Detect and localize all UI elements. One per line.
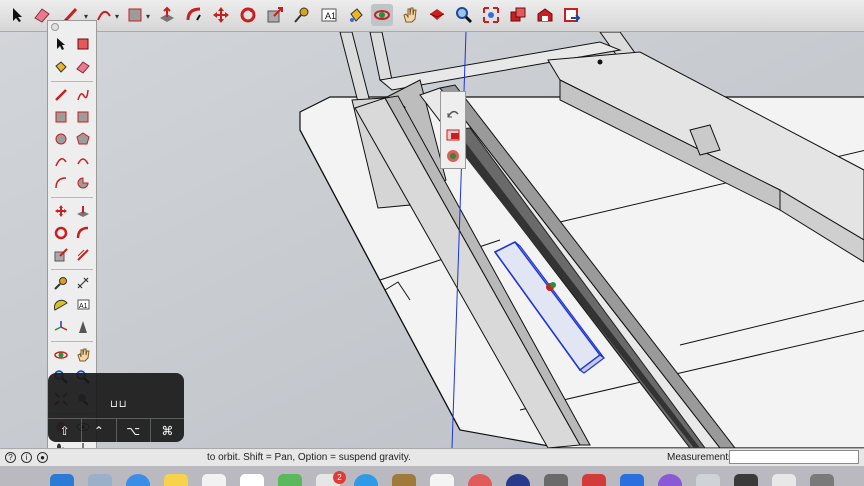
3d-text-icon[interactable] — [73, 317, 93, 337]
chevron-down-icon[interactable]: ▾ — [115, 12, 119, 21]
axes-icon[interactable] — [51, 317, 71, 337]
tape-measure-icon[interactable] — [51, 273, 71, 293]
contacts-icon[interactable] — [392, 474, 416, 486]
orbit-icon[interactable] — [51, 345, 71, 365]
finder-icon[interactable] — [50, 474, 74, 486]
rotate-icon[interactable] — [51, 223, 71, 243]
zoom-window-icon[interactable] — [480, 4, 502, 26]
music-icon[interactable] — [430, 474, 454, 486]
protractor-icon[interactable] — [51, 295, 71, 315]
key-hud-top: ⊔⊔ — [110, 399, 128, 410]
sketchup-icon[interactable] — [582, 474, 606, 486]
pan-hand-icon[interactable] — [399, 4, 421, 26]
follow-me-icon[interactable] — [183, 4, 205, 26]
select-arrow-icon[interactable] — [51, 34, 71, 54]
status-bar: ? i ● to orbit. Shift = Pan, Option = su… — [0, 448, 864, 466]
zoom-extents-icon[interactable] — [426, 4, 448, 26]
orbit-icon[interactable] — [371, 4, 393, 26]
text-icon[interactable]: A1 — [73, 295, 93, 315]
modifier-keys-row: ⇧ ⌃ ⌥ ⌘ — [48, 418, 184, 442]
rotated-rectangle-icon[interactable] — [73, 107, 93, 127]
make-component-icon[interactable] — [73, 34, 93, 54]
system-icon[interactable] — [506, 474, 530, 486]
offset-icon[interactable] — [73, 245, 93, 265]
dimension-icon[interactable] — [73, 273, 93, 293]
rectangle-shape-icon[interactable] — [124, 4, 146, 26]
facetime-icon[interactable] — [354, 474, 378, 486]
scale-icon[interactable] — [264, 4, 286, 26]
measurements-label: Measurements — [667, 452, 734, 463]
notification-badge: 2 — [333, 471, 346, 484]
dock — [0, 466, 864, 486]
measurements-input[interactable] — [729, 450, 859, 464]
extension-warehouse-icon[interactable] — [561, 4, 583, 26]
scale-icon[interactable] — [51, 245, 71, 265]
main-toolbar: ▾ ▾ ▾ A1 — [0, 0, 864, 32]
photos-icon[interactable] — [468, 474, 492, 486]
safari-icon[interactable] — [126, 474, 150, 486]
documents-icon[interactable] — [772, 474, 796, 486]
svg-text:A1: A1 — [325, 11, 336, 21]
preview-icon[interactable] — [696, 474, 720, 486]
arc-icon[interactable] — [51, 151, 71, 171]
move-icon[interactable] — [51, 201, 71, 221]
reminders-icon[interactable] — [240, 474, 264, 486]
zoom-magnifier-icon[interactable] — [453, 4, 475, 26]
section-plane-icon[interactable] — [443, 125, 463, 145]
option-key: ⌥ — [117, 419, 151, 442]
palette-divider — [51, 81, 93, 82]
info-icon[interactable]: i — [21, 452, 32, 463]
command-key: ⌘ — [161, 423, 174, 438]
pencil-icon[interactable] — [51, 85, 71, 105]
paint-bucket-icon[interactable] — [51, 57, 71, 77]
polygon-icon[interactable] — [73, 129, 93, 149]
keyboard-overlay: ⊔⊔ ⇧ ⌃ ⌥ ⌘ — [48, 373, 184, 442]
previous-view-icon[interactable] — [443, 104, 463, 124]
palette-divider — [51, 269, 93, 270]
components-icon[interactable] — [507, 4, 529, 26]
palette-divider — [51, 341, 93, 342]
trash-icon[interactable] — [810, 474, 834, 486]
camera-subpalette — [440, 91, 466, 169]
freehand-icon[interactable] — [73, 85, 93, 105]
two-point-arc-icon[interactable] — [73, 151, 93, 171]
app-store-icon[interactable] — [620, 474, 644, 486]
select-arrow-icon[interactable] — [6, 4, 28, 26]
tape-measure-icon[interactable] — [291, 4, 313, 26]
palette-divider — [51, 197, 93, 198]
palette-close-button[interactable] — [51, 23, 59, 31]
follow-me-icon[interactable] — [73, 223, 93, 243]
warehouse-icon[interactable] — [534, 4, 556, 26]
shift-key: ⇧ — [48, 419, 83, 442]
move-icon[interactable] — [210, 4, 232, 26]
calendar-icon[interactable] — [202, 474, 226, 486]
text-icon[interactable]: A1 — [318, 4, 340, 26]
notes-icon[interactable] — [164, 474, 188, 486]
launchpad-icon[interactable] — [88, 474, 112, 486]
podcasts-icon[interactable] — [658, 474, 682, 486]
rectangle-icon[interactable] — [51, 107, 71, 127]
rotate-icon[interactable] — [237, 4, 259, 26]
control-key: ⌃ — [82, 419, 117, 442]
terminal-icon[interactable] — [544, 474, 568, 486]
pan-hand-icon[interactable] — [73, 345, 93, 365]
eraser-icon[interactable] — [73, 57, 93, 77]
help-icon[interactable]: ? — [5, 452, 16, 463]
paint-bucket-icon[interactable] — [345, 4, 367, 26]
position-camera-icon[interactable] — [443, 146, 463, 166]
status-message: to orbit. Shift = Pan, Option = suspend … — [207, 452, 411, 463]
push-pull-icon[interactable] — [156, 4, 178, 26]
three-point-arc-icon[interactable] — [51, 173, 71, 193]
pie-icon[interactable] — [73, 173, 93, 193]
user-icon[interactable]: ● — [37, 452, 48, 463]
screenshot-icon[interactable] — [734, 474, 758, 486]
maps-icon[interactable] — [278, 474, 302, 486]
chevron-down-icon[interactable]: ▾ — [146, 12, 150, 21]
push-pull-icon[interactable] — [73, 201, 93, 221]
circle-icon[interactable] — [51, 129, 71, 149]
svg-text:A1: A1 — [79, 303, 88, 310]
